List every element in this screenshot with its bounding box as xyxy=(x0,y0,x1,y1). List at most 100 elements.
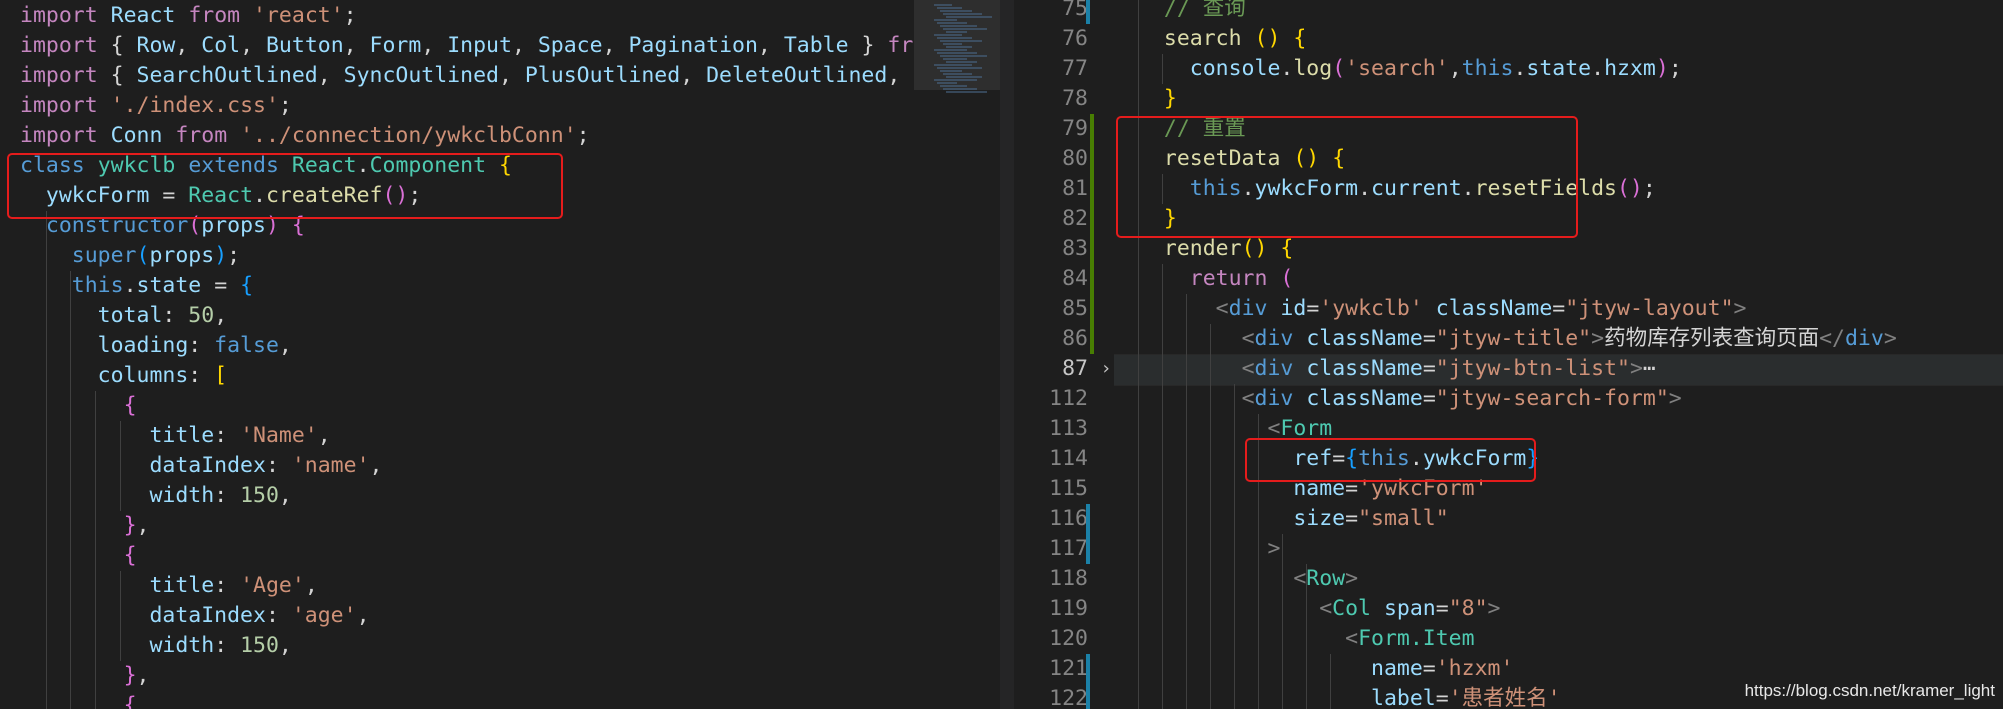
code-line[interactable]: 75 // 查询 xyxy=(914,0,2003,24)
code-line[interactable]: 114 ref={this.ywkcForm} xyxy=(914,444,2003,474)
line-number: 79 xyxy=(1062,116,1088,141)
code-line[interactable]: class ywkclb extends React.Component { xyxy=(0,151,914,181)
code-line[interactable]: 81 this.ywkcForm.current.resetFields(); xyxy=(914,174,2003,204)
line-number: 112 xyxy=(1049,386,1088,411)
code-line[interactable]: 85 <div id='ywkclb' className="jtyw-layo… xyxy=(914,294,2003,324)
indent-guide xyxy=(1162,174,1163,204)
code-text: title: 'Name', xyxy=(149,423,331,448)
code-line[interactable]: 86 <div className="jtyw-title">药物库存列表查询页… xyxy=(914,324,2003,354)
indent-guide xyxy=(1186,294,1187,709)
line-number: 85 xyxy=(1062,296,1088,321)
left-editor-pane[interactable]: import React from 'react'; import { Row, … xyxy=(0,0,914,709)
code-line[interactable]: import { SearchOutlined, SyncOutlined, P… xyxy=(0,61,914,91)
code-line[interactable]: title: 'Name', xyxy=(0,421,914,451)
code-line[interactable]: super(props); xyxy=(0,241,914,271)
code-line[interactable]: 82 } xyxy=(914,204,2003,234)
indent-guide xyxy=(46,211,47,709)
indent-guide xyxy=(70,271,71,709)
line-number: 117 xyxy=(1049,536,1088,561)
code-text: width: 150, xyxy=(149,483,292,508)
code-text: title: 'Age', xyxy=(149,573,318,598)
code-text: }, xyxy=(123,513,150,538)
indent-guide xyxy=(120,571,121,661)
code-line[interactable]: 120 <Form.Item xyxy=(914,624,2003,654)
code-text: name='hzxm' xyxy=(1371,656,1514,681)
code-line[interactable]: }, xyxy=(0,661,914,691)
code-text: this.state = { xyxy=(71,273,254,298)
code-line[interactable]: total: 50, xyxy=(0,301,914,331)
code-line[interactable]: 84 return ( xyxy=(914,264,2003,294)
code-text: <div id='ywkclb' className="jtyw-layout"… xyxy=(1215,296,1747,321)
code-text: this.ywkcForm.current.resetFields(); xyxy=(1189,176,1656,201)
line-number: 83 xyxy=(1062,236,1088,261)
code-line[interactable]: 117 > xyxy=(914,534,2003,564)
code-text: } xyxy=(1163,206,1177,231)
code-text: <div className="jtyw-search-form"> xyxy=(1241,386,1682,411)
code-text: ref={this.ywkcForm} xyxy=(1293,446,1540,471)
code-text: search () { xyxy=(1163,26,1307,51)
line-number: 87 xyxy=(1062,356,1088,381)
code-text: <Col span="8"> xyxy=(1319,596,1501,621)
code-line[interactable]: 79 // 重置 xyxy=(914,114,2003,144)
code-line[interactable]: import './index.css'; xyxy=(0,91,914,121)
line-number: 120 xyxy=(1049,626,1088,651)
code-text: }, xyxy=(123,663,150,688)
code-line[interactable]: }, xyxy=(0,511,914,541)
code-text: import { Row, Col, Button, Form, Input, … xyxy=(20,33,914,58)
code-text: name='ywkcForm' xyxy=(1293,476,1488,501)
indent-guide xyxy=(1258,414,1259,504)
code-line[interactable]: this.state = { xyxy=(0,271,914,301)
code-line[interactable]: width: 150, xyxy=(0,631,914,661)
code-line[interactable]: 76 search () { xyxy=(914,24,2003,54)
gutter-change-marker xyxy=(1090,114,1094,354)
chevron-right-icon[interactable]: › xyxy=(1094,354,1118,384)
line-number: 75 xyxy=(1062,0,1088,21)
line-number: 84 xyxy=(1062,266,1088,291)
code-line[interactable]: ywkcForm = React.createRef(); xyxy=(0,181,914,211)
code-line[interactable]: 78 } xyxy=(914,84,2003,114)
code-line[interactable]: 87 › <div className="jtyw-btn-list">⋯ xyxy=(914,354,2003,384)
code-text: label='患者姓名' xyxy=(1371,686,1561,709)
code-text: import { SearchOutlined, SyncOutlined, P… xyxy=(20,63,914,88)
right-editor-pane[interactable]: 75 // 查询 76 search () {77 console.log('se… xyxy=(914,0,2003,709)
line-number: 121 xyxy=(1049,656,1088,681)
code-text: // 查询 xyxy=(1163,0,1246,21)
code-line[interactable]: 119 <Col span="8"> xyxy=(914,594,2003,624)
code-line[interactable]: 121 name='hzxm' xyxy=(914,654,2003,684)
line-number: 80 xyxy=(1062,146,1088,171)
code-text: <div className="jtyw-title">药物库存列表查询页面</… xyxy=(1241,326,1897,351)
code-line[interactable]: width: 150, xyxy=(0,481,914,511)
indent-guide xyxy=(1162,54,1163,84)
code-line[interactable]: constructor(props) { xyxy=(0,211,914,241)
code-line[interactable]: 77 console.log('search',this.state.hzxm)… xyxy=(914,54,2003,84)
code-line[interactable]: 112 <div className="jtyw-search-form"> xyxy=(914,384,2003,414)
code-line[interactable]: title: 'Age', xyxy=(0,571,914,601)
code-line[interactable]: import Conn from '../connection/ywkclbCo… xyxy=(0,121,914,151)
code-text: <Form xyxy=(1267,416,1333,441)
code-line[interactable]: dataIndex: 'age', xyxy=(0,601,914,631)
code-text: // 重置 xyxy=(1163,116,1246,141)
code-text: <div className="jtyw-btn-list">⋯ xyxy=(1241,356,1656,381)
code-text: size="small" xyxy=(1293,506,1449,531)
code-line[interactable]: columns: [ xyxy=(0,361,914,391)
code-line[interactable]: 83 render() { xyxy=(914,234,2003,264)
code-line[interactable]: { xyxy=(0,541,914,571)
code-line[interactable]: loading: false, xyxy=(0,331,914,361)
line-number: 81 xyxy=(1062,176,1088,201)
code-line[interactable]: 115 name='ywkcForm' xyxy=(914,474,2003,504)
code-text: render() { xyxy=(1163,236,1294,261)
code-line[interactable]: 116 size="small" xyxy=(914,504,2003,534)
code-line[interactable]: 113 <Form xyxy=(914,414,2003,444)
code-text: class ywkclb extends React.Component { xyxy=(20,153,512,178)
code-line[interactable]: { xyxy=(0,691,914,709)
code-line[interactable]: 80 resetData () { xyxy=(914,144,2003,174)
code-line[interactable]: import { Row, Col, Button, Form, Input, … xyxy=(0,31,914,61)
code-text: { xyxy=(123,693,137,709)
line-number: 76 xyxy=(1062,26,1088,51)
code-text: dataIndex: 'name', xyxy=(149,453,383,478)
code-line[interactable]: import React from 'react'; xyxy=(0,1,914,31)
code-line[interactable]: 118 <Row> xyxy=(914,564,2003,594)
code-line[interactable]: { xyxy=(0,391,914,421)
indent-guide xyxy=(120,421,121,511)
code-line[interactable]: dataIndex: 'name', xyxy=(0,451,914,481)
